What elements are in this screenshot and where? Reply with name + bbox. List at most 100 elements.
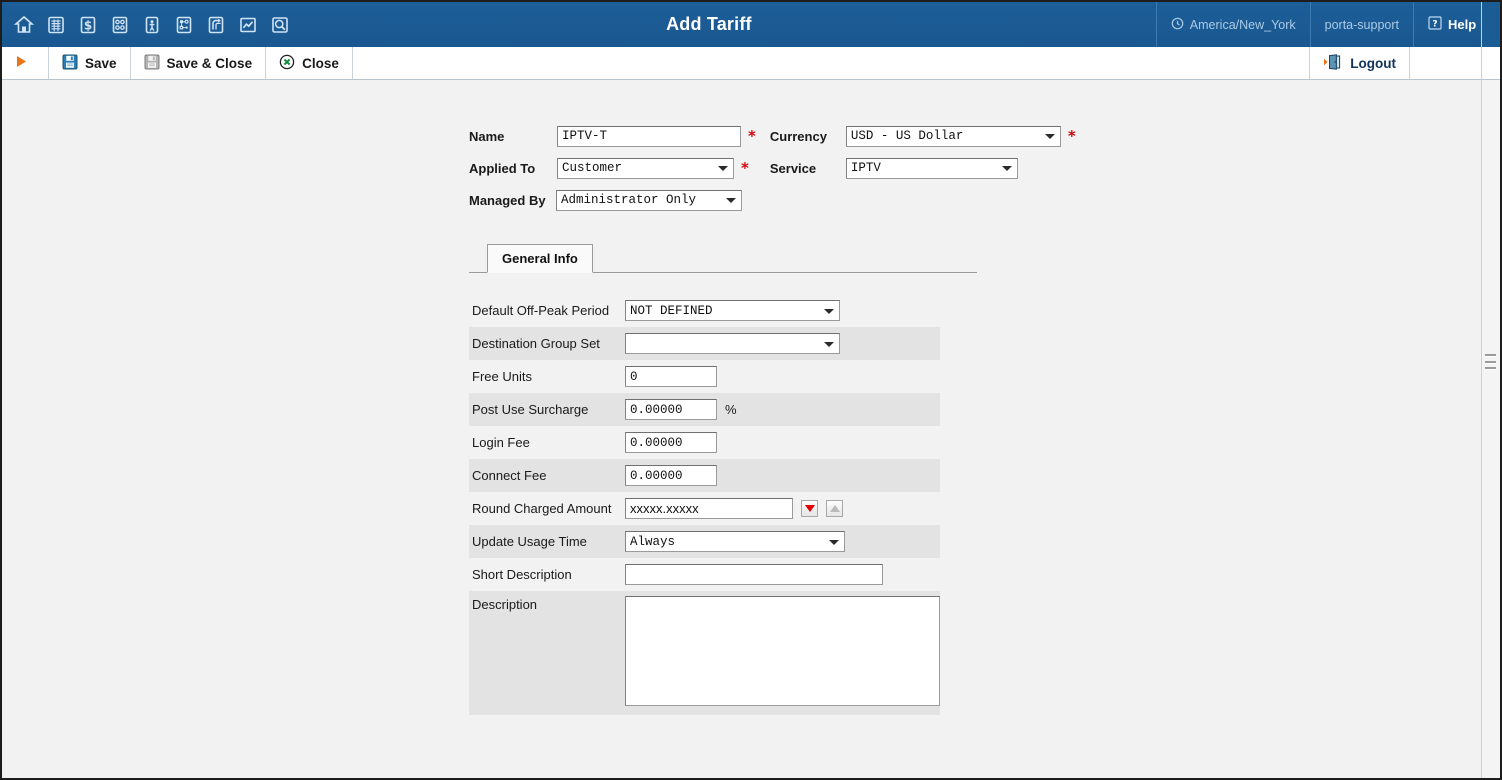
tab-strip: General Info: [469, 240, 977, 273]
application-window: $ Add Tariff America/New_York porta-supp…: [0, 0, 1502, 780]
round-charged-amount-input[interactable]: [625, 498, 793, 519]
close-button[interactable]: Close: [266, 47, 353, 79]
default-off-peak-period-select[interactable]: NOT DEFINED: [625, 300, 840, 321]
tariff-top-form: Name * Currency USD - US Dollar * Applie…: [469, 120, 1076, 216]
list-icon[interactable]: [44, 13, 68, 37]
applied-to-select[interactable]: Customer: [557, 157, 734, 179]
toolbar-spacer: [353, 47, 1311, 79]
save-label: Save: [85, 55, 117, 71]
description-label: Description: [469, 591, 622, 715]
grip-line: [1485, 354, 1496, 357]
round-charged-amount-increase-button[interactable]: [826, 500, 843, 517]
right-splitter-rail[interactable]: [1481, 2, 1500, 778]
save-disk-icon: [62, 54, 78, 73]
svg-text:?: ?: [1432, 20, 1437, 30]
nodes-icon[interactable]: [172, 13, 196, 37]
description-textarea[interactable]: [625, 596, 940, 706]
managed-by-value: Administrator Only: [561, 193, 697, 207]
logout-button[interactable]: Logout: [1310, 47, 1410, 79]
field-row-login-fee: Login Fee: [469, 426, 940, 459]
field-row-post-use-surcharge: Post Use Surcharge %: [469, 393, 940, 426]
help-icon: ?: [1428, 16, 1442, 33]
name-required-marker: *: [748, 126, 756, 145]
update-usage-time-label: Update Usage Time: [469, 525, 622, 558]
destination-group-set-cell: [622, 327, 940, 360]
home-icon[interactable]: [12, 13, 36, 37]
name-input[interactable]: [557, 125, 741, 147]
managed-by-label: Managed By: [469, 192, 546, 208]
play-arrow-icon: [16, 55, 27, 71]
field-row-round-charged-amount: Round Charged Amount: [469, 492, 940, 525]
rail-toolbar-segment: [1482, 47, 1500, 80]
round-charged-amount-decrease-button[interactable]: [801, 500, 818, 517]
connect-fee-cell: [622, 459, 940, 492]
grip-line: [1485, 360, 1496, 364]
chevron-down-icon: [824, 341, 834, 347]
clock-icon: [1171, 17, 1184, 33]
connect-fee-input[interactable]: [625, 465, 717, 486]
timezone-label: America/New_York: [1189, 17, 1296, 32]
tab-general-info-label: General Info: [502, 251, 578, 266]
description-cell: [622, 591, 940, 715]
round-charged-amount-label: Round Charged Amount: [472, 501, 612, 516]
top-header-bar: $ Add Tariff America/New_York porta-supp…: [2, 2, 1500, 47]
close-label: Close: [302, 55, 339, 71]
chevron-down-icon: [726, 198, 736, 203]
user-indicator[interactable]: porta-support: [1309, 2, 1413, 47]
service-label: Service: [769, 160, 817, 176]
post-use-surcharge-input[interactable]: [625, 399, 717, 420]
expand-menu-button[interactable]: [2, 47, 49, 79]
splitter-grip-handle[interactable]: [1485, 354, 1496, 370]
help-label: Help: [1448, 17, 1477, 32]
currency-required-marker: *: [1067, 126, 1076, 145]
update-usage-time-select[interactable]: Always: [625, 531, 845, 552]
triangle-up-icon: [829, 505, 840, 512]
field-row-short-description: Short Description: [469, 558, 940, 591]
timezone-indicator[interactable]: America/New_York: [1155, 2, 1310, 47]
field-row-description: Description: [469, 591, 940, 715]
field-row-destination-group-set: Destination Group Set: [469, 327, 940, 360]
managed-by-select[interactable]: Administrator Only: [556, 189, 742, 211]
service-select[interactable]: IPTV: [845, 157, 1018, 179]
chevron-down-icon: [829, 539, 839, 545]
short-description-input[interactable]: [625, 564, 883, 585]
save-button[interactable]: Save: [49, 47, 131, 79]
save-and-close-button[interactable]: Save & Close: [131, 47, 267, 79]
chart-icon[interactable]: [236, 13, 260, 37]
general-info-fields: Default Off-Peak Period NOT DEFINED Dest…: [469, 294, 940, 715]
save-and-close-label: Save & Close: [166, 55, 253, 71]
routing-icon[interactable]: [204, 13, 228, 37]
currency-select[interactable]: USD - US Dollar: [845, 125, 1061, 147]
close-icon: [279, 54, 295, 73]
destination-group-set-select[interactable]: [625, 333, 840, 354]
default-off-peak-period-cell: NOT DEFINED: [622, 294, 940, 327]
tab-general-info[interactable]: General Info: [487, 244, 593, 273]
triangle-down-icon: [804, 505, 815, 512]
applied-to-value: Customer: [562, 161, 623, 175]
main-content: Name * Currency USD - US Dollar * Applie…: [2, 80, 1482, 778]
form-row-managedby: Managed By Administrator Only: [469, 184, 1076, 216]
logout-door-icon: [1323, 53, 1343, 73]
round-charged-amount-cell: [622, 492, 940, 525]
save-close-disk-icon: [144, 54, 160, 73]
post-use-surcharge-label: Post Use Surcharge: [469, 393, 622, 426]
person-icon[interactable]: [140, 13, 164, 37]
currency-value: USD - US Dollar: [850, 129, 964, 143]
dollar-icon[interactable]: $: [76, 13, 100, 37]
field-row-default-off-peak-period: Default Off-Peak Period NOT DEFINED: [469, 294, 940, 327]
form-row-appliedto-service: Applied To Customer * Service IPTV: [469, 152, 1076, 184]
header-nav-icons: $: [2, 2, 292, 47]
applied-to-label: Applied To: [469, 160, 536, 176]
login-fee-label: Login Fee: [472, 435, 530, 450]
search-icon[interactable]: [268, 13, 292, 37]
free-units-cell: [622, 360, 940, 393]
applied-to-required-marker: *: [741, 158, 749, 177]
logout-label: Logout: [1350, 55, 1396, 71]
name-label: Name: [469, 128, 505, 144]
chevron-down-icon: [718, 166, 728, 171]
short-description-cell: [622, 558, 940, 591]
free-units-input[interactable]: [625, 366, 717, 387]
login-fee-input[interactable]: [625, 432, 717, 453]
rate-grid-icon[interactable]: [108, 13, 132, 37]
service-value: IPTV: [850, 161, 881, 175]
